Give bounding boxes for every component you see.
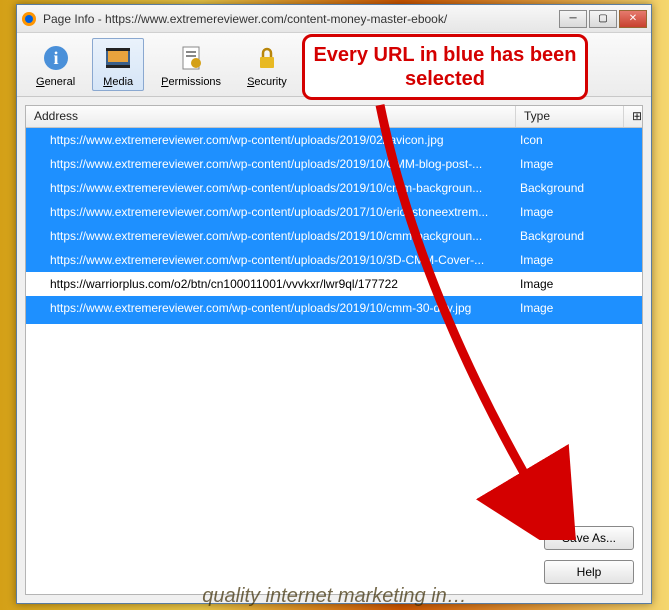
cell-type: Icon bbox=[516, 133, 624, 147]
tab-media-label: Media bbox=[103, 76, 133, 88]
cell-address: https://www.extremereviewer.com/wp-conte… bbox=[26, 253, 516, 267]
table-header: Address Type ⊞ bbox=[26, 106, 642, 128]
table-row[interactable]: https://www.extremereviewer.com/wp-conte… bbox=[26, 128, 642, 152]
cell-type: Image bbox=[516, 253, 624, 267]
help-button[interactable]: Help bbox=[544, 560, 634, 584]
firefox-icon bbox=[21, 11, 37, 27]
tab-security[interactable]: Security bbox=[238, 38, 296, 91]
tab-security-label: Security bbox=[247, 76, 287, 88]
table-row[interactable]: https://www.extremereviewer.com/wp-conte… bbox=[26, 224, 642, 248]
table-row[interactable]: https://www.extremereviewer.com/wp-conte… bbox=[26, 296, 642, 320]
tab-permissions-label: Permissions bbox=[161, 76, 221, 88]
permissions-icon bbox=[175, 42, 207, 74]
cell-type: Image bbox=[516, 205, 624, 219]
info-icon: i bbox=[40, 42, 72, 74]
cell-type: Image bbox=[516, 277, 624, 291]
close-button[interactable]: ✕ bbox=[619, 10, 647, 28]
tab-general[interactable]: i General bbox=[27, 38, 84, 91]
cell-address: https://www.extremereviewer.com/wp-conte… bbox=[26, 181, 516, 195]
cell-type: Background bbox=[516, 181, 624, 195]
svg-text:i: i bbox=[53, 48, 58, 68]
background-text: quality internet marketing in… bbox=[0, 585, 669, 608]
tab-media[interactable]: Media bbox=[92, 38, 144, 91]
table-row[interactable]: https://warriorplus.com/o2/btn/cn1000110… bbox=[26, 272, 642, 296]
button-row: Save As... bbox=[26, 520, 642, 560]
media-list-panel: Address Type ⊞ https://www.extremereview… bbox=[25, 105, 643, 595]
minimize-button[interactable]: ─ bbox=[559, 10, 587, 28]
tab-permissions[interactable]: Permissions bbox=[152, 38, 230, 91]
cell-type: Image bbox=[516, 157, 624, 171]
table-row[interactable]: https://www.extremereviewer.com/wp-conte… bbox=[26, 152, 642, 176]
table-row[interactable]: https://www.extremereviewer.com/wp-conte… bbox=[26, 200, 642, 224]
column-config-icon[interactable]: ⊞ bbox=[624, 106, 642, 127]
table-row[interactable]: https://www.extremereviewer.com/wp-conte… bbox=[26, 176, 642, 200]
column-address[interactable]: Address bbox=[26, 106, 516, 127]
cell-address: https://www.extremereviewer.com/wp-conte… bbox=[26, 229, 516, 243]
lock-icon bbox=[251, 42, 283, 74]
cell-type: Background bbox=[516, 229, 624, 243]
cell-address: https://www.extremereviewer.com/wp-conte… bbox=[26, 133, 516, 147]
table-body[interactable]: https://www.extremereviewer.com/wp-conte… bbox=[26, 128, 642, 324]
cell-address: https://www.extremereviewer.com/wp-conte… bbox=[26, 157, 516, 171]
cell-address: https://www.extremereviewer.com/wp-conte… bbox=[26, 205, 516, 219]
window-controls: ─ ▢ ✕ bbox=[559, 10, 647, 28]
titlebar: Page Info - https://www.extremereviewer.… bbox=[17, 5, 651, 33]
cell-type: Image bbox=[516, 301, 624, 315]
column-type[interactable]: Type bbox=[516, 106, 624, 127]
table-row[interactable]: https://www.extremereviewer.com/wp-conte… bbox=[26, 248, 642, 272]
tab-general-label: General bbox=[36, 76, 75, 88]
window-title: Page Info - https://www.extremereviewer.… bbox=[43, 12, 559, 26]
cell-address: https://warriorplus.com/o2/btn/cn1000110… bbox=[26, 277, 516, 291]
annotation-callout: Every URL in blue has been selected bbox=[302, 34, 588, 100]
save-as-button[interactable]: Save As... bbox=[544, 526, 634, 550]
media-icon bbox=[102, 42, 134, 74]
cell-address: https://www.extremereviewer.com/wp-conte… bbox=[26, 301, 516, 315]
maximize-button[interactable]: ▢ bbox=[589, 10, 617, 28]
